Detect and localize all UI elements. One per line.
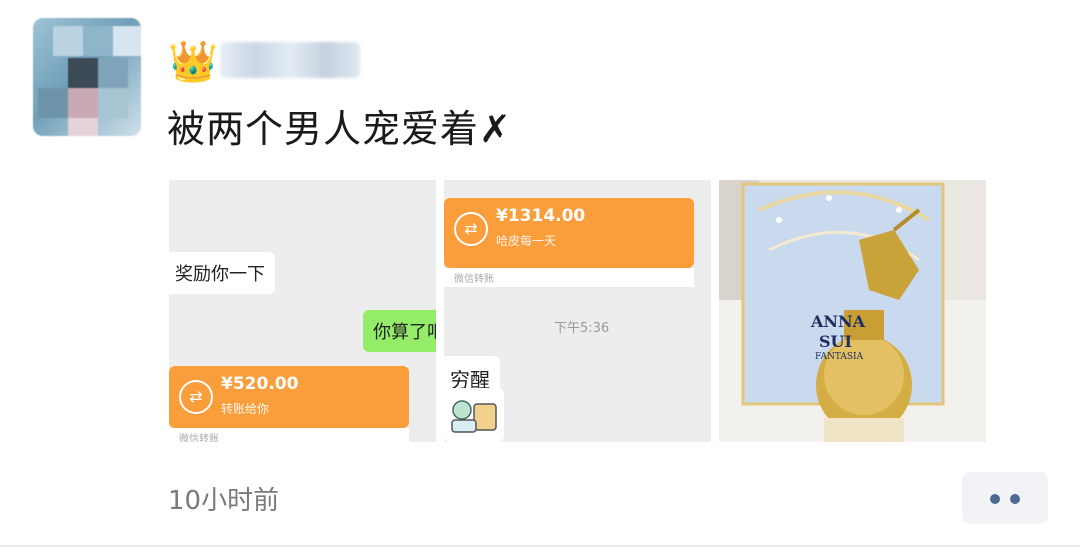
chat-bubble-green: 你算了吧 [363, 310, 436, 352]
crown-icon: 👑 [168, 39, 218, 85]
transfer-note: 转账给你 [221, 402, 270, 416]
transfer-footer: 微信转账 [444, 268, 694, 287]
divider [0, 545, 1080, 547]
transfer-icon: ⇄ [179, 380, 213, 414]
transfer-amount: ¥520.00 [221, 374, 299, 394]
product-text: FANTASIA [815, 352, 864, 362]
post-timestamp: 10小时前 [168, 486, 280, 516]
transfer-note: 哈皮每一天 [496, 234, 557, 248]
brand-text-1: ANNA [811, 312, 866, 331]
transfer-footer: 微信转账 [169, 428, 409, 442]
transfer-card-1314: ⇄ ¥1314.00 哈皮每一天 [444, 198, 694, 268]
sticker-image [444, 388, 504, 442]
transfer-card-520: ⇄ ¥520.00 转账给你 [169, 366, 409, 428]
avatar[interactable] [33, 18, 141, 136]
post-image-2[interactable]: ⇄ ¥1314.00 哈皮每一天 微信转账 下午5:36 穷醒 [444, 180, 711, 442]
post-image-3[interactable]: ANNA SUI FANTASIA [719, 180, 986, 442]
post-image-1[interactable]: 奖励你一下 你算了吧 ⇄ ¥520.00 转账给你 微信转账 [169, 180, 436, 442]
brand-text-2: SUI [819, 332, 852, 351]
transfer-icon: ⇄ [454, 212, 488, 246]
more-dot-icon [990, 494, 1000, 504]
more-options-button[interactable] [962, 472, 1048, 524]
username-blurred[interactable] [220, 42, 360, 78]
chat-bubble-reward: 奖励你一下 [169, 252, 275, 294]
username-row[interactable]: 👑 [168, 36, 368, 86]
chat-time-label: 下午5:36 [554, 321, 610, 336]
transfer-amount: ¥1314.00 [496, 206, 586, 226]
post-text: 被两个男人宠爱着✗ [167, 107, 512, 151]
perfume-photo [719, 180, 986, 442]
sticker-icon [451, 400, 497, 433]
more-dot-icon [1010, 494, 1020, 504]
